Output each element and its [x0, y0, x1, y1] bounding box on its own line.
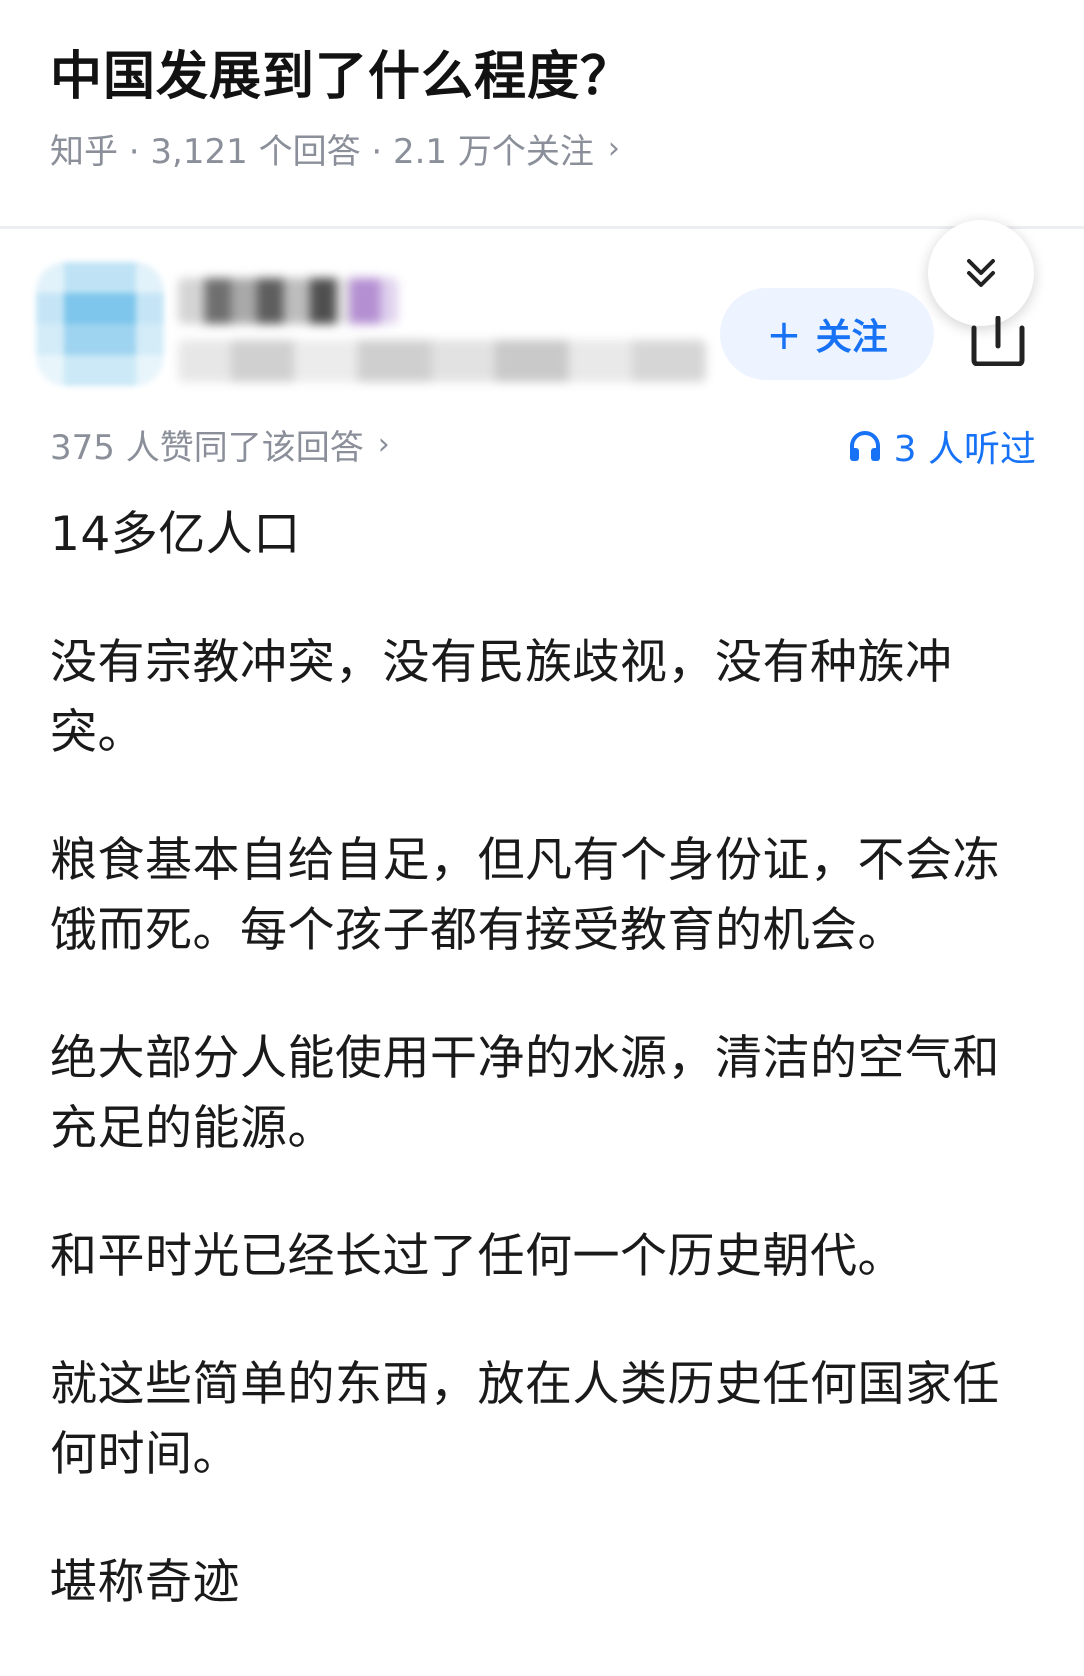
follow-label: 关注 — [815, 317, 888, 358]
chevron-right-icon: › — [377, 427, 390, 462]
answer-content: 14多亿人口 没有宗教冲突，没有民族歧视，没有种族冲突。 粮食基本自给自足，但凡… — [50, 500, 1036, 1676]
plus-icon: + — [766, 309, 802, 359]
answer-paragraph: 粮食基本自给自足，但凡有个身份证，不会冻饿而死。每个孩子都有接受教育的机会。 — [50, 833, 1000, 958]
author-name[interactable] — [178, 278, 398, 324]
double-chevron-down-icon — [967, 259, 995, 287]
author-bio — [178, 340, 706, 382]
listeners-text: 3 人听过 — [893, 429, 1036, 470]
follow-button[interactable]: + 关注 — [720, 288, 934, 380]
listen-button[interactable]: 3 人听过 — [848, 420, 1036, 472]
answer-paragraph: 14多亿人口 — [50, 507, 301, 562]
answer-paragraph: 堪称奇迹 — [50, 1555, 240, 1610]
question-meta[interactable]: 知乎 · 3,121 个回答 · 2.1 万个关注 › — [50, 124, 620, 173]
answer-paragraph: 和平时光已经长过了任何一个历史朝代。 — [50, 1229, 905, 1284]
answer-paragraph: 就这些简单的东西，放在人类历史任何国家任何时间。 — [50, 1357, 1000, 1482]
headphones-icon — [849, 431, 880, 461]
avatar[interactable] — [36, 262, 164, 386]
question-title[interactable]: 中国发展到了什么程度？ — [50, 34, 633, 109]
likes-text: 375 人赞同了该回答 — [50, 428, 364, 468]
chevron-right-icon: › — [607, 131, 620, 166]
collapse-button[interactable] — [928, 220, 1034, 326]
likes-row[interactable]: 375 人赞同了该回答 › — [50, 420, 390, 469]
share-icon[interactable] — [970, 316, 1026, 366]
answer-paragraph: 没有宗教冲突，没有民族歧视，没有种族冲突。 — [50, 635, 953, 760]
question-meta-text: 知乎 · 3,121 个回答 · 2.1 万个关注 — [50, 132, 594, 172]
answer-paragraph: 绝大部分人能使用干净的水源，清洁的空气和充足的能源。 — [50, 1031, 1000, 1156]
divider — [0, 226, 1084, 229]
